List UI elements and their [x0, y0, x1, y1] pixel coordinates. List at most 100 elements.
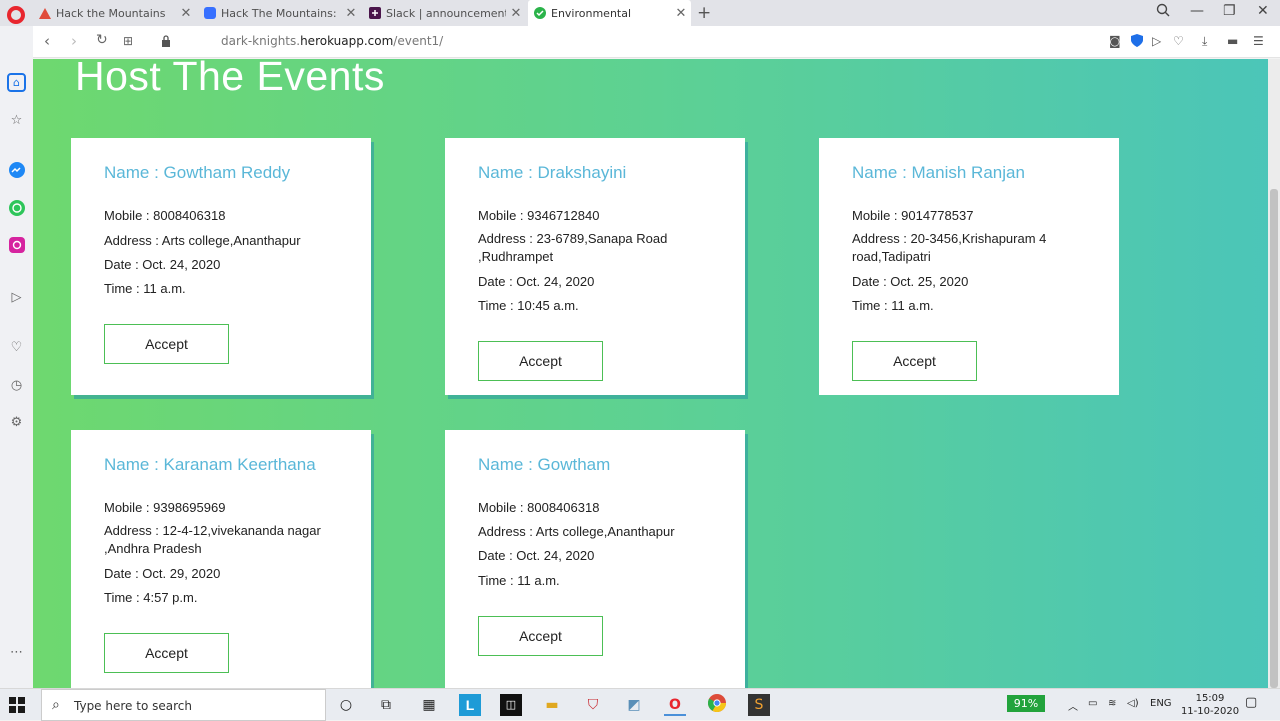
host-name: Name : Drakshayini: [478, 163, 627, 182]
wifi-icon[interactable]: ≋: [1108, 698, 1116, 709]
accept-button[interactable]: Accept: [104, 633, 229, 673]
app-tool-icon[interactable]: ◩: [623, 694, 645, 716]
tab-label: Environmental: [551, 6, 632, 20]
mobile-text: Mobile : 8008406318: [478, 500, 600, 515]
history-icon[interactable]: ◷: [7, 376, 26, 395]
battery-icon[interactable]: ▭: [1088, 698, 1097, 709]
mobile-text: Mobile : 9346712840: [478, 208, 600, 223]
heart-icon[interactable]: ♡: [1173, 34, 1184, 48]
show-hidden-icons-icon[interactable]: ︿: [1068, 698, 1078, 713]
time-text: Time : 10:45 a.m.: [478, 298, 579, 313]
messenger-icon[interactable]: [7, 162, 26, 181]
forward-icon[interactable]: ›: [71, 32, 77, 50]
app-dark-icon[interactable]: ◫: [500, 694, 522, 716]
accept-button[interactable]: Accept: [104, 324, 229, 364]
accept-button[interactable]: Accept: [478, 616, 603, 656]
reload-icon[interactable]: ↻: [96, 32, 108, 48]
date-text: Date : Oct. 24, 2020: [478, 548, 595, 563]
send-icon[interactable]: ▷: [1152, 34, 1161, 48]
file-explorer-icon[interactable]: ▬: [541, 694, 563, 716]
tab-dashboard[interactable]: Hack The Mountains: Dash ✕: [198, 0, 361, 26]
minimize-icon[interactable]: —: [1190, 3, 1204, 19]
url-field[interactable]: dark-knights.herokuapp.com/event1/: [221, 34, 443, 48]
easy-setup-icon[interactable]: ☰: [1253, 34, 1264, 48]
new-tab-button[interactable]: +: [697, 3, 711, 23]
host-name: Name : Karanam Keerthana: [104, 455, 316, 474]
accept-button[interactable]: Accept: [478, 341, 603, 381]
flow-send-icon[interactable]: ▷: [7, 288, 26, 307]
scrollbar-thumb[interactable]: [1270, 189, 1278, 688]
home-icon[interactable]: ⌂: [7, 73, 26, 92]
date-text: Date : Oct. 29, 2020: [104, 566, 221, 581]
mobile-text: Mobile : 8008406318: [104, 208, 226, 223]
event-card: Name : Karanam Keerthana Mobile : 939869…: [71, 430, 371, 688]
url-path: /event1/: [393, 34, 444, 48]
windows-start-icon[interactable]: [9, 697, 25, 713]
settings-gear-icon[interactable]: ⚙: [7, 413, 26, 432]
close-tab-icon[interactable]: ✕: [671, 6, 691, 21]
close-window-icon[interactable]: ✕: [1257, 3, 1269, 19]
host-name: Name : Manish Ranjan: [852, 163, 1025, 182]
shield-icon[interactable]: [1131, 34, 1143, 50]
sidebar: ⌂ ☆ ▷ ♡ ◷ ⚙ ⋯: [0, 26, 33, 688]
mountain-icon: [39, 8, 51, 19]
host-name: Name : Gowtham: [478, 455, 611, 474]
battery-saver-icon[interactable]: ▬: [1227, 34, 1238, 48]
tab-label: Hack the Mountains: [56, 6, 166, 20]
instagram-icon[interactable]: [7, 237, 26, 256]
time-text: Time : 11 a.m.: [104, 281, 186, 296]
whatsapp-icon[interactable]: [7, 200, 26, 219]
task-view-icon[interactable]: ⧉: [375, 694, 397, 716]
search-tabs-icon[interactable]: [1156, 3, 1170, 21]
event-card: Name : Gowtham Reddy Mobile : 8008406318…: [71, 138, 371, 395]
address-text: Address : Arts college,Ananthapur: [104, 233, 301, 248]
calculator-icon[interactable]: ▦: [418, 694, 440, 716]
date-text: Date : Oct. 24, 2020: [478, 274, 595, 289]
cortana-icon[interactable]: ○: [335, 694, 357, 716]
address-bar: ‹ › ↻ ⊞ dark-knights.herokuapp.com/event…: [33, 26, 1280, 58]
pinboard-heart-icon[interactable]: ♡: [7, 338, 26, 357]
windows-taskbar: ⌕ Type here to search ○ ⧉ ▦ L ◫ ▬ ⛉ ◩ O …: [0, 688, 1280, 721]
sublime-text-icon[interactable]: S: [748, 694, 770, 716]
camera-icon[interactable]: ◙: [1109, 34, 1121, 48]
page-title: Host The Events: [75, 59, 385, 99]
clock-time: 15:09: [1195, 693, 1225, 704]
close-tab-icon[interactable]: ✕: [176, 6, 196, 21]
more-icon[interactable]: ⋯: [7, 643, 26, 662]
tabs-grid-icon[interactable]: ⊞: [123, 34, 133, 48]
vertical-scrollbar[interactable]: [1268, 59, 1280, 688]
mobile-text: Mobile : 9014778537: [852, 208, 974, 223]
language-indicator[interactable]: ENG: [1150, 698, 1172, 709]
back-icon[interactable]: ‹: [44, 32, 50, 50]
clock[interactable]: 15:09 11-10-2020: [1180, 692, 1240, 718]
event-card: Name : Gowtham Mobile : 8008406318 Addre…: [445, 430, 745, 688]
accept-button[interactable]: Accept: [852, 341, 977, 381]
devfolio-icon: [204, 7, 216, 19]
mobile-text: Mobile : 9398695969: [104, 500, 226, 515]
app-l-icon[interactable]: L: [459, 694, 481, 716]
taskbar-search-input[interactable]: ⌕ Type here to search: [41, 689, 326, 721]
volume-icon[interactable]: ◁): [1127, 698, 1139, 709]
search-icon: ⌕: [52, 697, 60, 713]
close-tab-icon[interactable]: ✕: [506, 6, 526, 21]
lock-icon[interactable]: [161, 33, 171, 51]
antivirus-shield-icon[interactable]: ⛉: [582, 694, 604, 716]
star-icon[interactable]: ☆: [7, 111, 26, 130]
tab-hack-the-mountains[interactable]: Hack the Mountains ✕: [33, 0, 196, 26]
tab-environmental[interactable]: Environmental ✕: [528, 0, 691, 26]
page-content: Host The Events Name : Gowtham Reddy Mob…: [33, 59, 1280, 688]
check-circle-icon: [534, 7, 546, 19]
notifications-icon[interactable]: ▢: [1245, 695, 1257, 710]
close-tab-icon[interactable]: ✕: [341, 6, 361, 21]
event-card: Name : Manish Ranjan Mobile : 9014778537…: [819, 138, 1119, 395]
opera-logo-icon[interactable]: [7, 6, 25, 24]
time-text: Time : 11 a.m.: [478, 573, 560, 588]
chrome-icon[interactable]: [706, 694, 728, 716]
opera-taskbar-icon[interactable]: O: [664, 694, 686, 716]
address-text: Address : Arts college,Ananthapur: [478, 524, 675, 539]
tab-slack[interactable]: Slack | announcements | H ✕: [363, 0, 526, 26]
restore-icon[interactable]: ❐: [1223, 3, 1236, 19]
battery-level-badge[interactable]: 91%: [1007, 695, 1045, 712]
download-icon[interactable]: ⤓: [1202, 34, 1207, 49]
address-text: Address : 23-6789,Sanapa Road ,Rudhrampe…: [478, 231, 668, 264]
